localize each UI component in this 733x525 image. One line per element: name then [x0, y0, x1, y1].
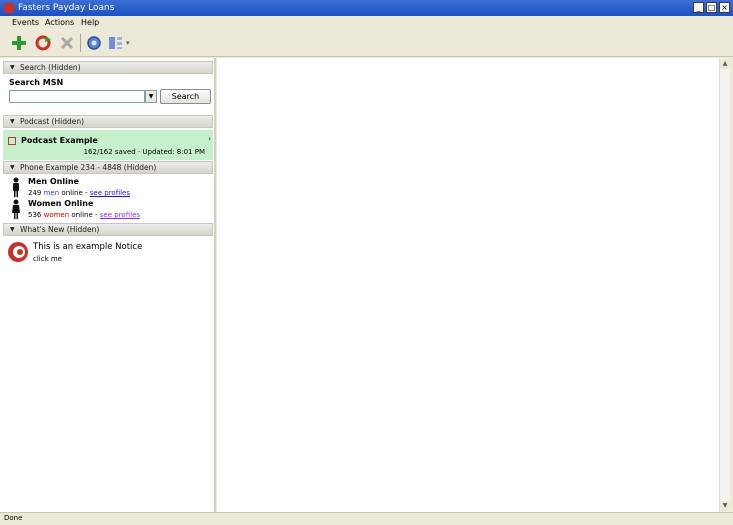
collapse-triangle-icon: ▼ — [10, 164, 15, 171]
phone-section-header[interactable]: ▼ Phone Example 234 - 4848 (Hidden) — [3, 161, 213, 174]
status-text: Done — [4, 514, 23, 522]
status-bar: Done — [0, 512, 733, 525]
expand-arrow-icon[interactable]: › — [208, 135, 211, 143]
close-button[interactable]: × — [719, 2, 730, 13]
menu-bar: Events Actions Help — [0, 16, 733, 31]
main-content-pane[interactable] — [217, 58, 729, 512]
add-icon[interactable] — [10, 34, 28, 52]
menu-events[interactable]: Events — [12, 18, 39, 27]
view-icon[interactable] — [107, 34, 125, 52]
women-online-line: 536 women online - see profiles — [28, 211, 140, 219]
podcast-icon — [8, 137, 16, 145]
settings-icon[interactable] — [85, 34, 103, 52]
window-title: Fasters Payday Loans — [18, 3, 115, 13]
collapse-triangle-icon: ▼ — [10, 64, 15, 71]
women-count: 536 — [28, 211, 42, 219]
podcast-info: 162/162 saved · Updated: 8:01 PM — [83, 148, 205, 156]
refresh-icon[interactable] — [34, 34, 52, 52]
menu-actions[interactable]: Actions — [45, 18, 74, 27]
notice-title[interactable]: This is an example Notice — [33, 242, 142, 252]
search-button[interactable]: Search — [160, 89, 211, 104]
menu-help[interactable]: Help — [81, 18, 99, 27]
men-online-line: 249 men online - see profiles — [28, 189, 130, 197]
men-see-profiles-link[interactable]: see profiles — [90, 189, 130, 197]
notice-logo-icon — [7, 241, 29, 263]
app-icon — [4, 3, 14, 13]
toolbar-separator — [80, 34, 81, 52]
men-word: men — [43, 189, 60, 197]
women-online-word: online — [71, 211, 93, 219]
toolbar: ▾ — [0, 30, 733, 57]
men-online-word: online — [61, 189, 83, 197]
women-separator: - — [95, 211, 98, 219]
whats-new-section-header[interactable]: ▼ What's New (Hidden) — [3, 223, 213, 236]
notice-subtitle[interactable]: click me — [33, 255, 62, 263]
women-online-title: Women Online — [28, 199, 94, 208]
window-controls: _ □ × — [693, 2, 730, 13]
maximize-button[interactable]: □ — [706, 2, 717, 13]
collapse-triangle-icon: ▼ — [10, 226, 15, 233]
podcast-title: Podcast Example — [21, 136, 98, 145]
search-input[interactable] — [9, 90, 145, 103]
women-see-profiles-link[interactable]: see profiles — [100, 211, 140, 219]
men-count: 249 — [28, 189, 42, 197]
men-online-title: Men Online — [28, 177, 79, 186]
minimize-button[interactable]: _ — [693, 2, 704, 13]
search-dropdown-chevron-icon[interactable]: ▼ — [145, 90, 157, 103]
search-label: Search MSN — [9, 78, 64, 87]
scroll-down-arrow-icon[interactable]: ▼ — [720, 501, 730, 511]
podcast-section-header[interactable]: ▼ Podcast (Hidden) — [3, 115, 213, 128]
collapse-triangle-icon: ▼ — [10, 118, 15, 125]
vertical-scrollbar[interactable]: ▲ ▼ — [719, 58, 730, 512]
view-dropdown-chevron-icon[interactable]: ▾ — [126, 34, 134, 52]
search-section-header[interactable]: ▼ Search (Hidden) — [3, 61, 213, 74]
remove-icon[interactable] — [58, 34, 76, 52]
podcast-item[interactable]: Podcast Example 162/162 saved · Updated:… — [3, 130, 213, 160]
scroll-up-arrow-icon[interactable]: ▲ — [720, 59, 730, 69]
sidebar: ▼ Search (Hidden) Search MSN ▼ Search ▼ … — [0, 58, 216, 512]
title-bar: Fasters Payday Loans _ □ × — [0, 0, 733, 16]
woman-silhouette-icon — [11, 199, 21, 219]
women-word: women — [43, 211, 70, 219]
men-separator: - — [85, 189, 88, 197]
man-silhouette-icon — [11, 177, 21, 197]
